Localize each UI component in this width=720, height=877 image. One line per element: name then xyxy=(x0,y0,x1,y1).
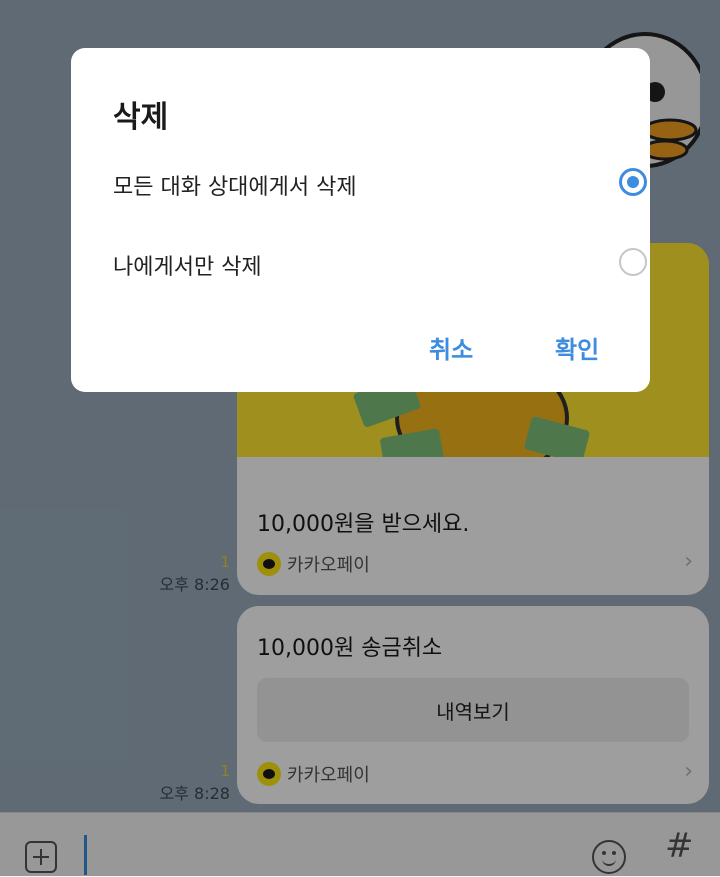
confirm-button[interactable]: 확인 xyxy=(555,330,599,365)
delete-dialog: 삭제 모든 대화 상대에게서 삭제 나에게서만 삭제 취소 확인 xyxy=(71,48,650,392)
cancel-button[interactable]: 취소 xyxy=(429,330,473,365)
option-delete-for-me[interactable]: 나에게서만 삭제 xyxy=(113,243,647,283)
radio-selected-icon[interactable] xyxy=(619,168,647,196)
option-delete-for-everyone[interactable]: 모든 대화 상대에게서 삭제 xyxy=(113,163,647,203)
option-label: 모든 대화 상대에게서 삭제 xyxy=(113,175,357,200)
dialog-title: 삭제 xyxy=(113,100,169,135)
radio-unselected-icon[interactable] xyxy=(619,248,647,276)
option-label: 나에게서만 삭제 xyxy=(113,255,262,280)
